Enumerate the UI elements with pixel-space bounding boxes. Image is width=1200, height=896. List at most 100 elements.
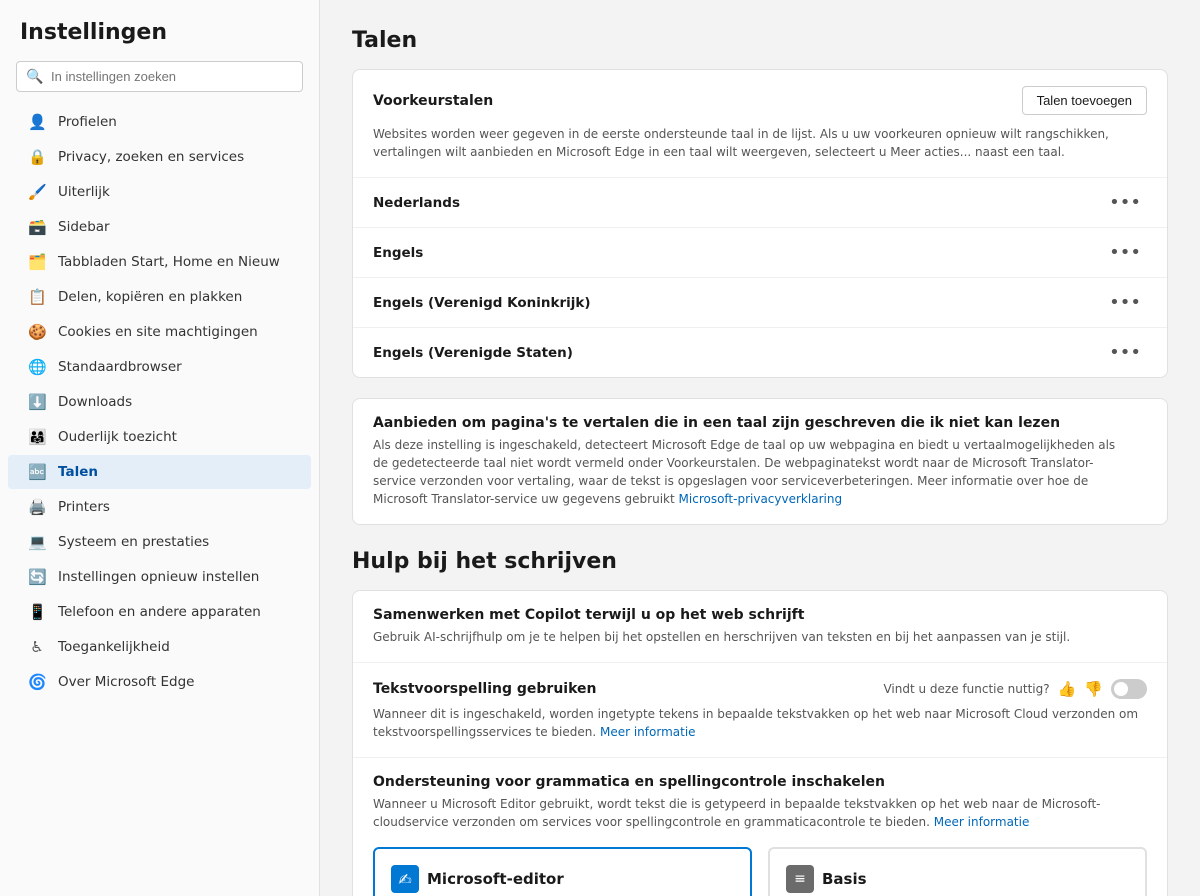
sidebar-item-label-uiterlijk: Uiterlijk xyxy=(58,184,110,200)
microsoft-editor-header: ✍ Microsoft-editor xyxy=(391,865,734,893)
sidebar-item-opnieuw[interactable]: 🔄 Instellingen opnieuw instellen xyxy=(8,560,311,594)
tekstvoorspelling-controls: Vindt u deze functie nuttig? 👍 👎 xyxy=(883,679,1147,699)
language-menu-3[interactable]: ••• xyxy=(1103,340,1147,365)
downloads-icon: ⬇️ xyxy=(28,393,46,411)
over-icon: 🌀 xyxy=(28,673,46,691)
sidebar: Instellingen 🔍 👤 Profielen 🔒 Privacy, zo… xyxy=(0,0,320,896)
tekstvoorspelling-link[interactable]: Meer informatie xyxy=(600,725,696,739)
cookies-icon: 🍪 xyxy=(28,323,46,341)
sidebar-item-over[interactable]: 🌀 Over Microsoft Edge xyxy=(8,665,311,699)
basis-editor-title: Basis xyxy=(822,870,867,888)
language-name-0: Nederlands xyxy=(373,195,460,211)
language-name-3: Engels (Verenigde Staten) xyxy=(373,345,573,361)
copilot-section: Samenwerken met Copilot terwijl u op het… xyxy=(353,591,1167,663)
language-list: Nederlands ••• Engels ••• Engels (Vereni… xyxy=(353,178,1167,377)
sidebar-item-label-talen: Talen xyxy=(58,464,98,480)
sidebar-item-profielen[interactable]: 👤 Profielen xyxy=(8,105,311,139)
opnieuw-icon: 🔄 xyxy=(28,568,46,586)
language-item-2: Engels (Verenigd Koninkrijk) ••• xyxy=(353,278,1167,328)
sidebar-item-delen[interactable]: 📋 Delen, kopiëren en plakken xyxy=(8,280,311,314)
language-name-2: Engels (Verenigd Koninkrijk) xyxy=(373,295,591,311)
translate-desc: Als deze instelling is ingeschakeld, det… xyxy=(373,436,1131,508)
sidebar-item-label-delen: Delen, kopiëren en plakken xyxy=(58,289,242,305)
grammatica-link[interactable]: Meer informatie xyxy=(934,815,1030,829)
talen-section-title: Talen xyxy=(352,28,1168,53)
grammatica-text: Ondersteuning voor grammatica en spellin… xyxy=(373,774,1131,831)
sidebar-item-label-sidebar: Sidebar xyxy=(58,219,110,235)
microsoft-editor-title: Microsoft-editor xyxy=(427,870,564,888)
sidebar-item-label-profielen: Profielen xyxy=(58,114,117,130)
sidebar-item-label-downloads: Downloads xyxy=(58,394,132,410)
tekstvoorspelling-toggle-label[interactable] xyxy=(1111,679,1147,699)
sidebar-item-sidebar[interactable]: 🗃️ Sidebar xyxy=(8,210,311,244)
language-item-3: Engels (Verenigde Staten) ••• xyxy=(353,328,1167,377)
sidebar-item-ouderlijk[interactable]: 👨‍👩‍👧 Ouderlijk toezicht xyxy=(8,420,311,454)
grammatica-row: Ondersteuning voor grammatica en spellin… xyxy=(373,774,1147,831)
basis-editor-header: ≡ Basis xyxy=(786,865,1129,893)
sidebar-item-downloads[interactable]: ⬇️ Downloads xyxy=(8,385,311,419)
sidebar-item-talen[interactable]: 🔤 Talen xyxy=(8,455,311,489)
basis-editor-icon: ≡ xyxy=(786,865,814,893)
voorkeurstalen-title: Voorkeurstalen xyxy=(373,93,493,109)
sidebar-item-label-standaardbrowser: Standaardbrowser xyxy=(58,359,182,375)
language-menu-0[interactable]: ••• xyxy=(1103,190,1147,215)
sidebar-item-uiterlijk[interactable]: 🖌️ Uiterlijk xyxy=(8,175,311,209)
editor-cards: ✍ Microsoft-editor (Aanbevolen) Editor b… xyxy=(373,847,1147,896)
search-icon: 🔍 xyxy=(26,69,43,85)
tekstvoorspelling-section: Tekstvoorspelling gebruiken Vindt u deze… xyxy=(353,663,1167,758)
translate-section: Aanbieden om pagina's te vertalen die in… xyxy=(353,399,1167,524)
microsoft-editor-icon: ✍ xyxy=(391,865,419,893)
sidebar-item-tabbladen[interactable]: 🗂️ Tabbladen Start, Home en Nieuw xyxy=(8,245,311,279)
sidebar-item-label-over: Over Microsoft Edge xyxy=(58,674,194,690)
schrijven-card: Samenwerken met Copilot terwijl u op het… xyxy=(352,590,1168,896)
sidebar-item-systeem[interactable]: 💻 Systeem en prestaties xyxy=(8,525,311,559)
talen-toevoegen-button[interactable]: Talen toevoegen xyxy=(1022,86,1147,115)
sidebar-item-toegankelijkheid[interactable]: ♿ Toegankelijkheid xyxy=(8,630,311,664)
ouderlijk-icon: 👨‍👩‍👧 xyxy=(28,428,46,446)
language-name-1: Engels xyxy=(373,245,423,261)
copilot-desc: Gebruik AI-schrijfhulp om je te helpen b… xyxy=(373,628,1131,646)
search-container: 🔍 xyxy=(16,61,303,92)
language-menu-1[interactable]: ••• xyxy=(1103,240,1147,265)
talen-icon: 🔤 xyxy=(28,463,46,481)
sidebar-item-standaardbrowser[interactable]: 🌐 Standaardbrowser xyxy=(8,350,311,384)
translate-text: Aanbieden om pagina's te vertalen die in… xyxy=(373,415,1131,508)
sidebar-icon: 🗃️ xyxy=(28,218,46,236)
grammatica-title: Ondersteuning voor grammatica en spellin… xyxy=(373,774,1131,790)
feedback-label: Vindt u deze functie nuttig? xyxy=(883,682,1049,696)
translate-title: Aanbieden om pagina's te vertalen die in… xyxy=(373,415,1131,431)
microsoft-editor-card[interactable]: ✍ Microsoft-editor (Aanbevolen) Editor b… xyxy=(373,847,752,896)
sidebar-item-printers[interactable]: 🖨️ Printers xyxy=(8,490,311,524)
voorkeurstalen-desc: Websites worden weer gegeven in de eerst… xyxy=(353,125,1167,178)
basis-editor-card[interactable]: ≡ Basis Ontvang eenvoudige ondersteuning… xyxy=(768,847,1147,896)
nav-list: 👤 Profielen 🔒 Privacy, zoeken en service… xyxy=(0,104,319,700)
grammatica-section: Ondersteuning voor grammatica en spellin… xyxy=(353,758,1167,896)
sidebar-item-label-toegankelijkheid: Toegankelijkheid xyxy=(58,639,170,655)
language-menu-2[interactable]: ••• xyxy=(1103,290,1147,315)
grammatica-desc: Wanneer u Microsoft Editor gebruikt, wor… xyxy=(373,795,1131,831)
printers-icon: 🖨️ xyxy=(28,498,46,516)
translate-privacy-link[interactable]: Microsoft-privacyverklaring xyxy=(679,492,843,506)
voorkeurstalen-card: Voorkeurstalen Talen toevoegen Websites … xyxy=(352,69,1168,378)
copilot-title: Samenwerken met Copilot terwijl u op het… xyxy=(373,607,1131,623)
sidebar-item-cookies[interactable]: 🍪 Cookies en site machtigingen xyxy=(8,315,311,349)
main-content: Talen Voorkeurstalen Talen toevoegen Web… xyxy=(320,0,1200,896)
sidebar-item-label-tabbladen: Tabbladen Start, Home en Nieuw xyxy=(58,254,280,270)
voorkeurstalen-header: Voorkeurstalen Talen toevoegen xyxy=(353,70,1167,125)
sidebar-item-label-telefoon: Telefoon en andere apparaten xyxy=(58,604,261,620)
standaardbrowser-icon: 🌐 xyxy=(28,358,46,376)
sidebar-item-label-privacy: Privacy, zoeken en services xyxy=(58,149,244,165)
copilot-text: Samenwerken met Copilot terwijl u op het… xyxy=(373,607,1131,646)
language-item-1: Engels ••• xyxy=(353,228,1167,278)
thumbs-up-icon[interactable]: 👍 xyxy=(1058,680,1077,698)
telefoon-icon: 📱 xyxy=(28,603,46,621)
sidebar-item-privacy[interactable]: 🔒 Privacy, zoeken en services xyxy=(8,140,311,174)
tekstvoorspelling-desc-text: Wanneer dit is ingeschakeld, worden inge… xyxy=(373,707,1138,739)
sidebar-item-telefoon[interactable]: 📱 Telefoon en andere apparaten xyxy=(8,595,311,629)
sidebar-item-label-opnieuw: Instellingen opnieuw instellen xyxy=(58,569,259,585)
sidebar-item-label-cookies: Cookies en site machtigingen xyxy=(58,324,258,340)
search-input[interactable] xyxy=(16,61,303,92)
translate-card: Aanbieden om pagina's te vertalen die in… xyxy=(352,398,1168,525)
thumbs-down-icon[interactable]: 👎 xyxy=(1084,680,1103,698)
toegankelijkheid-icon: ♿ xyxy=(28,638,46,656)
